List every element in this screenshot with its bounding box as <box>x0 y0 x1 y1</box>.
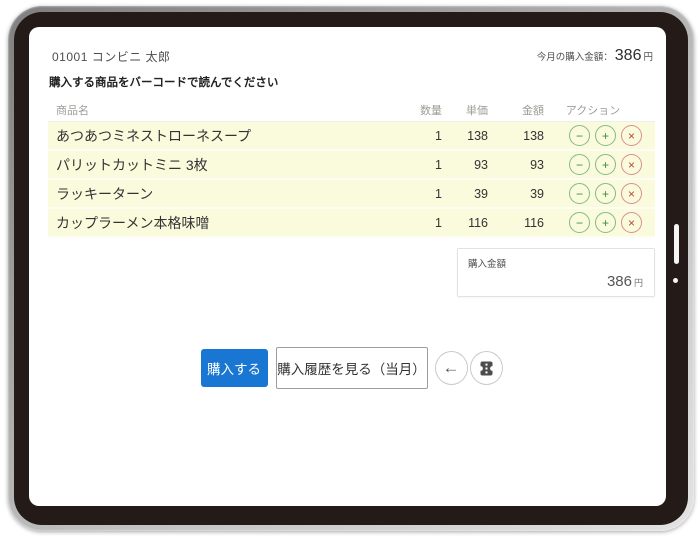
decrease-quantity-button[interactable]: − <box>569 183 590 204</box>
purchase-total-unit: 円 <box>634 278 643 288</box>
monthly-total-value: 386 <box>615 47 642 65</box>
back-button[interactable]: ← <box>435 351 468 385</box>
increase-quantity-button[interactable]: + <box>595 183 616 204</box>
monthly-total: 今月の購入金額： 386 円 <box>537 47 653 65</box>
ticket-keypad-icon <box>478 360 495 377</box>
purchase-total-box: 購入金額 386円 <box>457 248 655 297</box>
row-actions: − + × <box>544 212 642 233</box>
buy-button[interactable]: 購入する <box>201 349 268 387</box>
tablet-frame: 01001 コンビニ 太郎 今月の購入金額： 386 円 購入する商品をバーコー… <box>8 6 694 531</box>
table-header-row: 商品名 数量 単価 金額 アクション <box>48 98 655 122</box>
amount-value: 138 <box>488 129 544 143</box>
monthly-total-unit: 円 <box>643 49 653 63</box>
col-amount: 金額 <box>488 102 544 118</box>
table-row: ラッキーターン 1 39 39 − + × <box>48 180 655 209</box>
amount-value: 93 <box>488 158 544 172</box>
decrease-quantity-button[interactable]: − <box>569 125 590 146</box>
side-slot <box>674 224 679 264</box>
increase-quantity-button[interactable]: + <box>595 212 616 233</box>
purchase-total-value: 386 <box>607 273 632 290</box>
col-action: アクション <box>544 102 642 118</box>
col-unit-price: 単価 <box>442 102 488 118</box>
amount-value: 116 <box>488 216 544 230</box>
remove-item-button[interactable]: × <box>621 125 642 146</box>
table-row: パリットカットミニ 3枚 1 93 93 − + × <box>48 151 655 180</box>
row-actions: − + × <box>544 154 642 175</box>
unit-price-value: 39 <box>442 187 488 201</box>
decrease-quantity-button[interactable]: − <box>569 154 590 175</box>
increase-quantity-button[interactable]: + <box>595 125 616 146</box>
product-name: パリットカットミニ 3枚 <box>56 155 408 175</box>
tablet-bezel: 01001 コンビニ 太郎 今月の購入金額： 386 円 購入する商品をバーコー… <box>14 12 688 525</box>
remove-item-button[interactable]: × <box>621 154 642 175</box>
side-camera-dot <box>673 278 678 283</box>
product-name: ラッキーターン <box>56 184 408 204</box>
unit-price-value: 93 <box>442 158 488 172</box>
table-row: カップラーメン本格味噌 1 116 116 − + × <box>48 209 655 238</box>
user-id-label: 01001 コンビニ 太郎 <box>52 48 171 65</box>
back-arrow-icon: ← <box>443 358 460 378</box>
unit-price-value: 116 <box>442 216 488 230</box>
app-screen: 01001 コンビニ 太郎 今月の購入金額： 386 円 購入する商品をバーコー… <box>29 27 666 506</box>
quantity-value: 1 <box>408 129 442 143</box>
table-row: あつあつミネストローネスープ 1 138 138 − + × <box>48 122 655 151</box>
remove-item-button[interactable]: × <box>621 212 642 233</box>
remove-item-button[interactable]: × <box>621 183 642 204</box>
amount-value: 39 <box>488 187 544 201</box>
product-name: あつあつミネストローネスープ <box>56 126 408 146</box>
screen-header: 01001 コンビニ 太郎 今月の購入金額： 386 円 <box>48 47 655 65</box>
row-actions: − + × <box>544 183 642 204</box>
barcode-instruction: 購入する商品をバーコードで読んでください <box>48 74 655 90</box>
product-name: カップラーメン本格味噌 <box>56 213 408 233</box>
keypad-button[interactable] <box>470 351 503 385</box>
unit-price-value: 138 <box>442 129 488 143</box>
purchase-total-label: 購入金額 <box>468 256 643 270</box>
increase-quantity-button[interactable]: + <box>595 154 616 175</box>
quantity-value: 1 <box>408 216 442 230</box>
bottom-actions: 購入する 購入履歴を見る（当月） ← <box>48 347 655 389</box>
monthly-total-label: 今月の購入金額： <box>537 49 613 63</box>
view-history-button[interactable]: 購入履歴を見る（当月） <box>276 347 428 389</box>
col-product-name: 商品名 <box>56 102 408 118</box>
col-quantity: 数量 <box>408 102 442 118</box>
product-table: 商品名 数量 単価 金額 アクション あつあつミネストローネスープ 1 138 … <box>48 98 655 238</box>
quantity-value: 1 <box>408 187 442 201</box>
row-actions: − + × <box>544 125 642 146</box>
decrease-quantity-button[interactable]: − <box>569 212 590 233</box>
quantity-value: 1 <box>408 158 442 172</box>
